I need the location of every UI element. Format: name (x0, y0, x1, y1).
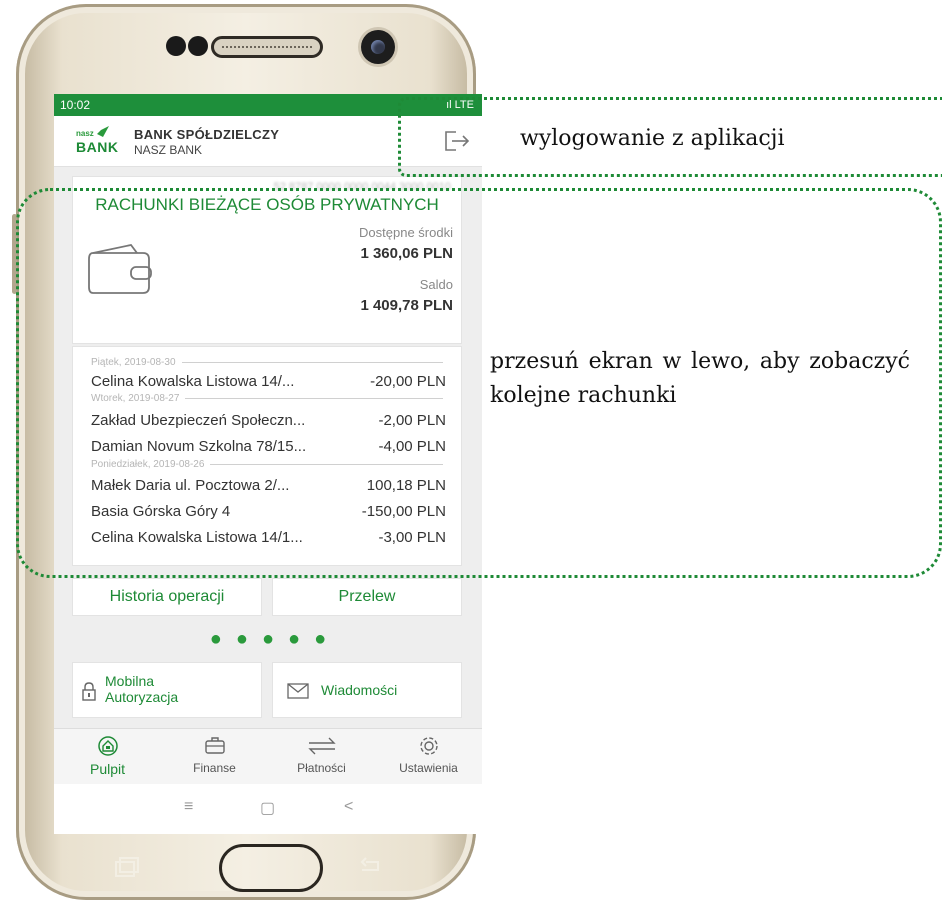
recent-apps-button[interactable]: ≡ (184, 798, 193, 816)
home-soft-button[interactable]: ▢ (260, 798, 275, 818)
briefcase-icon (204, 737, 225, 754)
system-navigation-bar: ≡ ▢ < (54, 784, 482, 834)
bottom-navigation: Pulpit Finanse Płatności Ustawienia (54, 728, 482, 785)
back-soft-button[interactable]: < (344, 798, 353, 816)
gear-icon (419, 737, 438, 755)
logo-small-text: nasz (76, 129, 94, 138)
transfer-button[interactable]: Przelew (272, 578, 462, 616)
bank-name: BANK SPÓŁDZIELCZY (134, 127, 280, 142)
bank-subtitle: NASZ BANK (134, 143, 203, 157)
envelope-icon (287, 683, 309, 699)
nav-finanse[interactable]: Finanse (161, 735, 268, 775)
hardware-home-button[interactable] (219, 844, 323, 892)
messages-tile[interactable]: Wiadomości (272, 662, 462, 718)
light-sensor (188, 36, 208, 56)
nav-ustawienia[interactable]: Ustawienia (375, 735, 482, 775)
logo-check-icon (97, 126, 109, 137)
lock-icon (82, 682, 96, 701)
home-icon (97, 736, 118, 756)
nav-platnosci[interactable]: Płatności (268, 735, 375, 775)
status-time: 10:02 (60, 98, 91, 112)
proximity-sensor (166, 36, 186, 56)
transfer-arrows-icon (307, 737, 336, 755)
recent-apps-hw-icon[interactable] (114, 856, 144, 878)
front-camera (361, 30, 395, 64)
history-button[interactable]: Historia operacji (72, 578, 262, 616)
logo-big-text: BANK (76, 139, 119, 155)
messages-label: Wiadomości (321, 682, 398, 698)
mobile-authorization-tile[interactable]: Mobilna Autoryzacja (72, 662, 262, 718)
swipe-annotation: przesuń ekran w lewo, aby zobaczyć kolej… (490, 349, 910, 408)
mobile-auth-label-2: Autoryzacja (105, 689, 179, 705)
bank-logo: nasz BANK (76, 126, 124, 155)
back-hw-icon[interactable] (356, 856, 386, 878)
nav-pulpit[interactable]: Pulpit (54, 735, 161, 777)
earpiece-speaker (211, 36, 323, 58)
mobile-auth-label-1: Mobilna (105, 673, 155, 689)
page-indicator[interactable]: ●●●●● (54, 628, 482, 651)
logout-annotation: wylogowanie z aplikacji (520, 126, 785, 151)
